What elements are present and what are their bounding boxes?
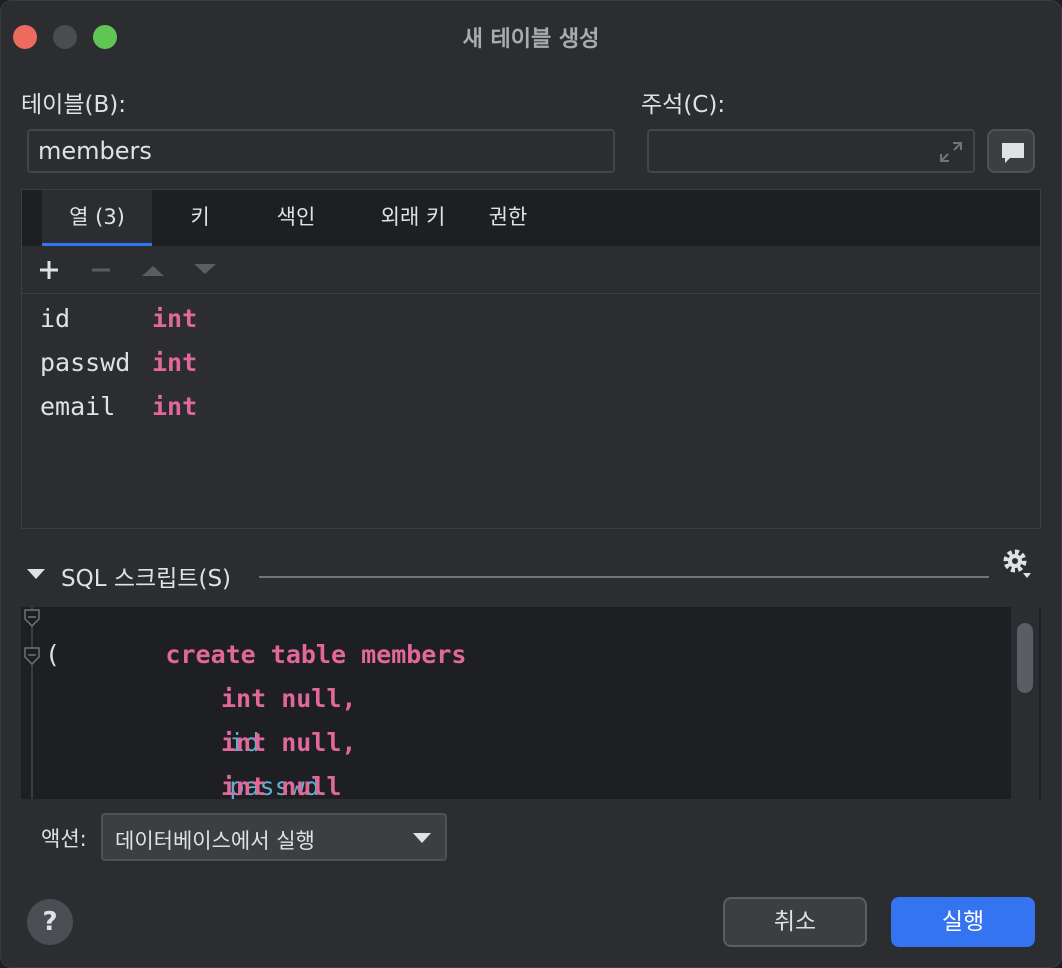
- columns-toolbar: [22, 246, 1040, 294]
- section-divider: [259, 576, 989, 578]
- plus-icon[interactable]: [36, 258, 62, 282]
- tab-indexes[interactable]: 색인: [258, 190, 334, 246]
- sql-column-def: int null,: [221, 684, 357, 713]
- speech-bubble-icon: [1002, 143, 1024, 163]
- column-name: passwd: [40, 348, 131, 377]
- window-title: 새 테이블 생성: [462, 27, 600, 52]
- table-name-value: members: [38, 137, 152, 165]
- column-type: int: [152, 304, 198, 333]
- gear-icon[interactable]: [1001, 547, 1033, 581]
- help-button[interactable]: ?: [27, 899, 73, 945]
- vertical-scrollbar[interactable]: [1011, 607, 1039, 799]
- fold-marker-icon[interactable]: [24, 647, 40, 665]
- sql-script-section-header[interactable]: SQL 스크립트(S): [21, 549, 1041, 593]
- column-row[interactable]: id int: [22, 296, 1040, 340]
- sql-editor[interactable]: create table members ( id int null, pass…: [21, 607, 1041, 799]
- run-button[interactable]: 실행: [891, 897, 1035, 947]
- expand-icon[interactable]: [939, 141, 963, 163]
- sql-column-def: int null,: [221, 728, 357, 757]
- table-name-label: 테이블(B):: [21, 92, 126, 118]
- collapse-triangle-icon[interactable]: [27, 569, 45, 579]
- column-row[interactable]: passwd int: [22, 340, 1040, 384]
- tab-columns[interactable]: 열 (3): [42, 190, 152, 246]
- minus-icon[interactable]: [88, 258, 114, 282]
- column-type: int: [152, 392, 198, 421]
- columns-list: id int passwd int email int: [22, 296, 1040, 428]
- fold-gutter: [31, 607, 33, 799]
- scrollbar-thumb[interactable]: [1017, 623, 1033, 693]
- column-name: id: [40, 304, 71, 333]
- column-row[interactable]: email int: [22, 384, 1040, 428]
- cancel-button[interactable]: 취소: [723, 897, 867, 947]
- action-select[interactable]: 데이터베이스에서 실행: [101, 813, 447, 861]
- comment-input[interactable]: [647, 129, 975, 173]
- tab-foreign-keys[interactable]: 외래 키: [358, 190, 468, 246]
- column-type: int: [152, 348, 198, 377]
- tab-keys[interactable]: 키: [172, 190, 228, 246]
- sql-script-title: SQL 스크립트(S): [61, 566, 232, 592]
- sql-column-def: int null: [221, 772, 342, 799]
- columns-panel: 열 (3) 키 색인 외래 키 권한 id int passwd int ema…: [21, 189, 1041, 529]
- tab-permissions[interactable]: 권한: [476, 190, 540, 246]
- sql-statement: create table members: [165, 640, 467, 669]
- comment-editor-button[interactable]: [987, 129, 1035, 173]
- fold-marker-icon[interactable]: [24, 609, 40, 627]
- tab-bar: 열 (3) 키 색인 외래 키 권한: [22, 190, 1040, 246]
- title-bar: 새 테이블 생성: [1, 1, 1061, 69]
- create-table-dialog: 새 테이블 생성 테이블(B): members 주석(C): 열 (3) 키 …: [0, 0, 1062, 968]
- column-name: email: [40, 392, 116, 421]
- arrow-down-icon[interactable]: [192, 258, 218, 282]
- arrow-up-icon[interactable]: [140, 258, 166, 282]
- table-name-input[interactable]: members: [27, 129, 615, 173]
- action-select-value: 데이터베이스에서 실행: [115, 829, 315, 853]
- chevron-down-icon: [413, 833, 431, 843]
- action-label: 액션:: [41, 827, 87, 851]
- comment-label: 주석(C):: [641, 92, 726, 118]
- sql-line: (: [45, 640, 61, 669]
